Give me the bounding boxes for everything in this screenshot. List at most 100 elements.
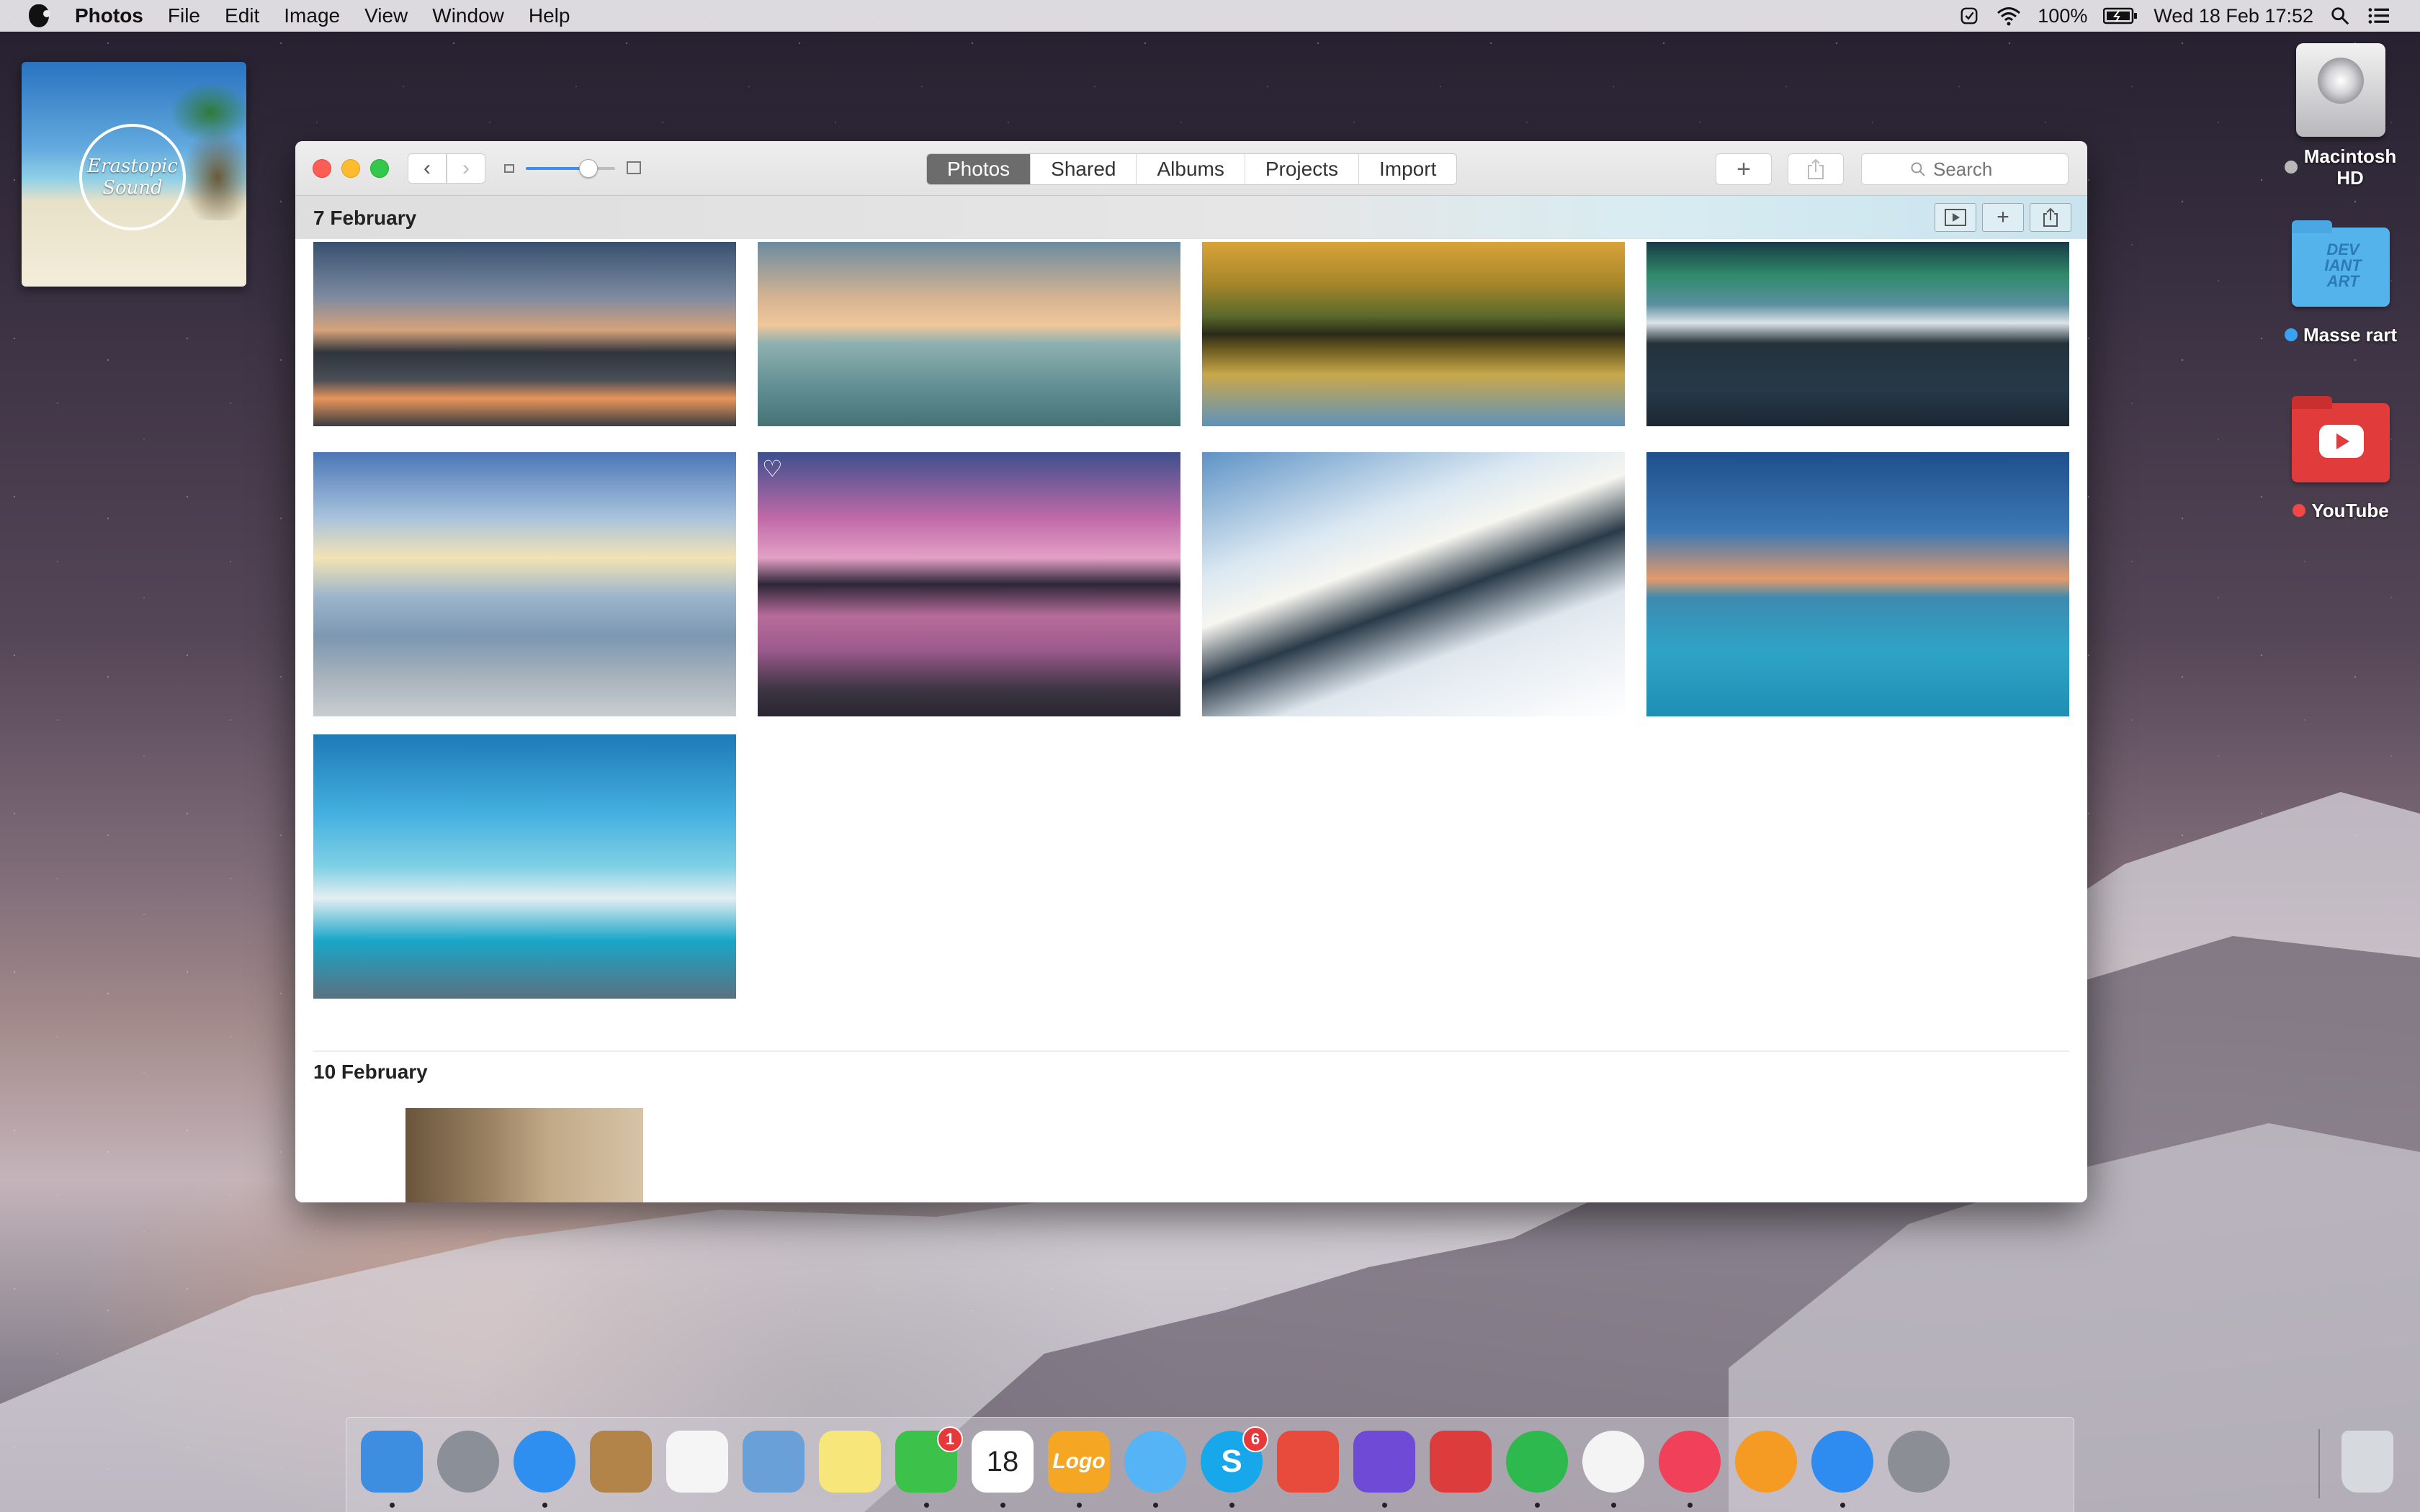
book-icon[interactable] (1735, 1431, 1797, 1493)
messages-icon[interactable] (1124, 1431, 1186, 1493)
logo-glyph-text: Logo (1052, 1449, 1106, 1473)
photo-thumbnail[interactable] (758, 242, 1180, 426)
skype-icon[interactable]: S6 (1201, 1426, 1268, 1493)
spotlight-search-icon[interactable] (2329, 6, 2351, 26)
gear-icon[interactable] (1888, 1431, 1950, 1493)
running-indicator (924, 1503, 929, 1508)
menu-edit[interactable]: Edit (225, 4, 259, 27)
zoom-slider[interactable] (526, 159, 615, 178)
popcorn-icon[interactable] (1277, 1431, 1339, 1493)
skype-glyph-text: S (1221, 1444, 1242, 1479)
dock-separator (2318, 1429, 2320, 1498)
youtube-play-icon (2319, 425, 2364, 458)
photo-thumbnail[interactable] (313, 452, 736, 716)
compass-icon[interactable] (514, 1431, 575, 1493)
contacts-icon[interactable] (590, 1431, 652, 1493)
youtube-folder[interactable]: YouTube (2276, 396, 2406, 521)
search-field[interactable] (1861, 153, 2069, 185)
photo-thumbnail[interactable] (1202, 452, 1625, 716)
section-actions: + (1935, 203, 2071, 232)
running-indicator (1000, 1503, 1005, 1508)
masse-rart-label: Masse rart (2303, 324, 2398, 346)
apple-menu-icon[interactable] (29, 4, 50, 27)
appstore-icon[interactable] (1811, 1431, 1873, 1493)
photo-thumbnail[interactable] (1646, 242, 2069, 426)
folder-label-text: DEV IANT ART (2324, 240, 2362, 290)
slideshow-button[interactable] (1935, 203, 1976, 232)
red-tag-dot (2293, 504, 2306, 517)
menu-window[interactable]: Window (432, 4, 504, 27)
menu-clock[interactable]: Wed 18 Feb 17:52 (2154, 5, 2313, 27)
add-button[interactable]: + (1716, 153, 1772, 185)
plus-icon: + (1996, 205, 2009, 229)
menu-app-name[interactable]: Photos (75, 4, 143, 27)
calendar-icon[interactable]: 18 (972, 1431, 1034, 1493)
photos-window: ‹ › Photos Shared Albums Projects Import… (295, 141, 2087, 1202)
menu-view[interactable]: View (364, 4, 408, 27)
notes-icon[interactable] (819, 1431, 881, 1493)
running-indicator (1153, 1503, 1158, 1508)
logo-circle: Erastopic Sound (79, 124, 186, 230)
tab-photos[interactable]: Photos (927, 154, 1031, 184)
album-art-widget[interactable]: Erastopic Sound (22, 62, 246, 287)
tab-projects[interactable]: Projects (1245, 154, 1359, 184)
notification-badge: 6 (1242, 1426, 1268, 1452)
masse-rart-folder[interactable]: DEV IANT ART Masse rart (2276, 220, 2406, 346)
menu-image[interactable]: Image (284, 4, 340, 27)
section-divider (313, 1050, 2069, 1052)
youtube-label: YouTube (2311, 500, 2389, 521)
section-header: 7 February + (295, 196, 2087, 239)
section-share-button[interactable] (2030, 203, 2071, 232)
photo-thumbnail[interactable] (313, 242, 736, 426)
tab-import[interactable]: Import (1359, 154, 1456, 184)
running-indicator (1688, 1503, 1693, 1508)
menu-bar: Photos File Edit Image View Window Help … (0, 0, 2420, 32)
photo-thumbnail[interactable] (405, 1108, 643, 1202)
preview-icon[interactable] (743, 1431, 805, 1493)
rocket-icon[interactable] (437, 1431, 499, 1493)
forward-button[interactable]: › (447, 153, 485, 184)
add-to-button[interactable]: + (1982, 203, 2024, 232)
photos-icon[interactable] (1582, 1431, 1644, 1493)
timer-icon[interactable] (1958, 6, 1980, 26)
zoom-button[interactable] (370, 159, 389, 178)
list-icon[interactable] (666, 1431, 728, 1493)
back-button[interactable]: ‹ (408, 153, 447, 184)
search-input[interactable] (1933, 158, 2020, 181)
close-button[interactable] (313, 159, 331, 178)
blue-tag-dot (2284, 328, 2298, 341)
zoom-slider-knob[interactable] (578, 159, 598, 178)
menu-file[interactable]: File (168, 4, 200, 27)
trash-icon[interactable] (2341, 1431, 2393, 1493)
tab-shared[interactable]: Shared (1031, 154, 1137, 184)
zoom-in-icon (627, 161, 641, 174)
battery-percent[interactable]: 100% (2038, 5, 2087, 27)
photo-thumbnail[interactable] (313, 734, 736, 999)
running-indicator (542, 1503, 547, 1508)
facetime-icon[interactable]: 1 (895, 1426, 963, 1493)
dock: 1 18 Logo S 6 (346, 1417, 2393, 1512)
notification-center-icon[interactable] (2367, 6, 2391, 26)
tab-albums[interactable]: Albums (1137, 154, 1245, 184)
photo-thumbnail[interactable] (1646, 452, 2069, 716)
macintosh-hd-icon[interactable]: Macintosh HD (2276, 43, 2406, 189)
music-icon[interactable] (1659, 1431, 1721, 1493)
minimize-button[interactable] (341, 159, 360, 178)
zoom-out-icon (504, 164, 514, 173)
logo-icon[interactable]: Logo (1048, 1431, 1110, 1493)
view-tabs: Photos Shared Albums Projects Import (926, 153, 1458, 185)
wifi-icon[interactable] (1996, 6, 2022, 26)
battery-icon[interactable] (2103, 6, 2138, 26)
finder-icon[interactable] (361, 1431, 423, 1493)
menu-extras: 100% Wed 18 Feb 17:52 (1958, 0, 2391, 32)
menu-help[interactable]: Help (529, 4, 570, 27)
share-button[interactable] (1788, 153, 1844, 185)
photo-thumbnail[interactable]: ♡ (758, 452, 1180, 716)
photo-thumbnail[interactable] (1202, 242, 1625, 426)
running-indicator (1535, 1503, 1540, 1508)
wunderlist-icon[interactable] (1430, 1431, 1492, 1493)
star-icon[interactable] (1353, 1431, 1415, 1493)
spotify-icon[interactable] (1506, 1431, 1568, 1493)
favorite-heart-icon[interactable]: ♡ (762, 455, 783, 482)
window-toolbar: ‹ › Photos Shared Albums Projects Import… (295, 141, 2087, 196)
